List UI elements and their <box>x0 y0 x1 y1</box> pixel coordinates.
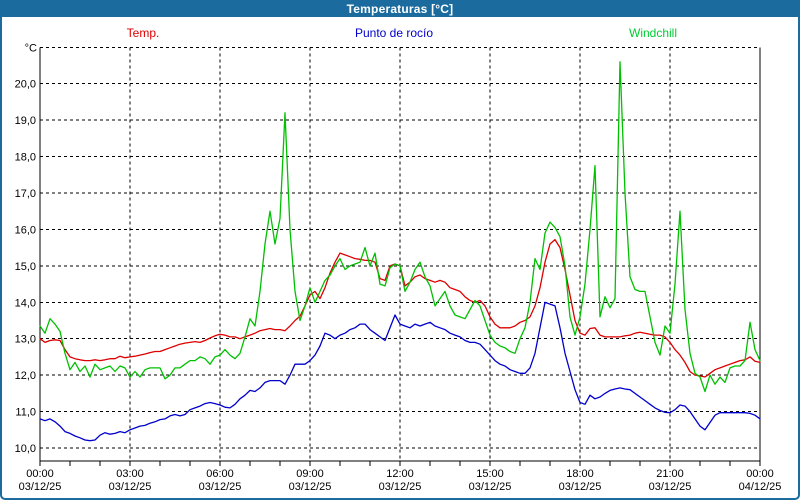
temperature-chart: 20,0 19,0 18,0 17,0 16,0 15,0 14,0 13,0 12,0 11,0… <box>0 0 800 500</box>
svg-text:17,0: 17,0 <box>15 188 36 200</box>
window-title: Temperaturas [°C] <box>347 2 454 16</box>
svg-text:12,0: 12,0 <box>15 370 36 382</box>
svg-text:16,0: 16,0 <box>15 224 36 236</box>
svg-text:11,0: 11,0 <box>15 407 36 419</box>
svg-text:12:00: 12:00 <box>386 468 414 480</box>
svg-text:13,0: 13,0 <box>15 334 36 346</box>
window-titlebar[interactable]: Temperaturas [°C] <box>0 0 800 17</box>
svg-text:03/12/25: 03/12/25 <box>289 481 332 493</box>
legend-item-dewpoint: Punto de rocío <box>355 26 433 40</box>
svg-text:03/12/25: 03/12/25 <box>379 481 422 493</box>
svg-text:00:00: 00:00 <box>746 468 774 480</box>
app-window: Temperaturas [°C] Temp. Punto de rocío W… <box>0 0 800 500</box>
legend-item-windchill: Windchill <box>629 26 677 40</box>
svg-text:03/12/25: 03/12/25 <box>199 481 242 493</box>
svg-text:20,0: 20,0 <box>15 79 36 91</box>
svg-text:18,0: 18,0 <box>15 152 36 164</box>
svg-text:03/12/25: 03/12/25 <box>649 481 692 493</box>
svg-text:03/12/25: 03/12/25 <box>109 481 152 493</box>
svg-text:15,0: 15,0 <box>15 261 36 273</box>
svg-text:09:00: 09:00 <box>296 468 324 480</box>
svg-text:03:00: 03:00 <box>116 468 144 480</box>
svg-text:04/12/25: 04/12/25 <box>739 481 782 493</box>
svg-text:19,0: 19,0 <box>15 115 36 127</box>
svg-text:00:00: 00:00 <box>26 468 54 480</box>
svg-text:15:00: 15:00 <box>476 468 504 480</box>
svg-text:06:00: 06:00 <box>206 468 234 480</box>
svg-text:°C: °C <box>25 42 37 54</box>
svg-text:18:00: 18:00 <box>566 468 594 480</box>
svg-text:03/12/25: 03/12/25 <box>19 481 62 493</box>
svg-text:21:00: 21:00 <box>656 468 684 480</box>
svg-text:03/12/25: 03/12/25 <box>559 481 602 493</box>
svg-text:03/12/25: 03/12/25 <box>469 481 512 493</box>
svg-text:10,0: 10,0 <box>15 443 36 455</box>
svg-text:14,0: 14,0 <box>15 297 36 309</box>
legend-item-temp: Temp. <box>127 26 160 40</box>
